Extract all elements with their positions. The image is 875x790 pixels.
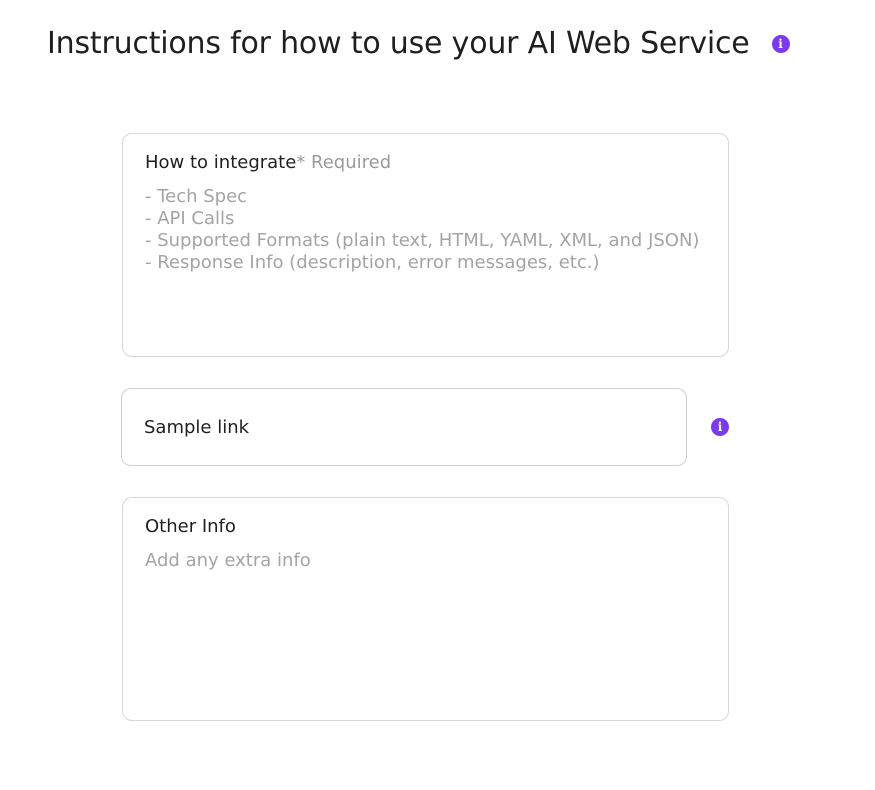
other-info-label: Other Info <box>145 516 236 537</box>
integrate-textarea[interactable] <box>145 186 705 336</box>
info-icon[interactable]: i <box>771 35 790 53</box>
integrate-label: How to integrate* Required <box>145 152 391 173</box>
integrate-label-text: How to integrate <box>145 152 297 173</box>
other-info-textarea[interactable] <box>145 550 705 700</box>
required-indicator: * Required <box>296 152 392 173</box>
page-header: Instructions for how to use your AI Web … <box>47 22 790 66</box>
sample-link-field[interactable] <box>121 388 687 466</box>
sample-link-input[interactable] <box>144 413 664 441</box>
other-info-field[interactable]: Other Info <box>122 497 729 721</box>
integrate-field[interactable]: How to integrate* Required <box>122 133 729 357</box>
sample-link-info-icon[interactable]: i <box>711 418 729 436</box>
page-title: Instructions for how to use your AI Web … <box>47 26 750 61</box>
